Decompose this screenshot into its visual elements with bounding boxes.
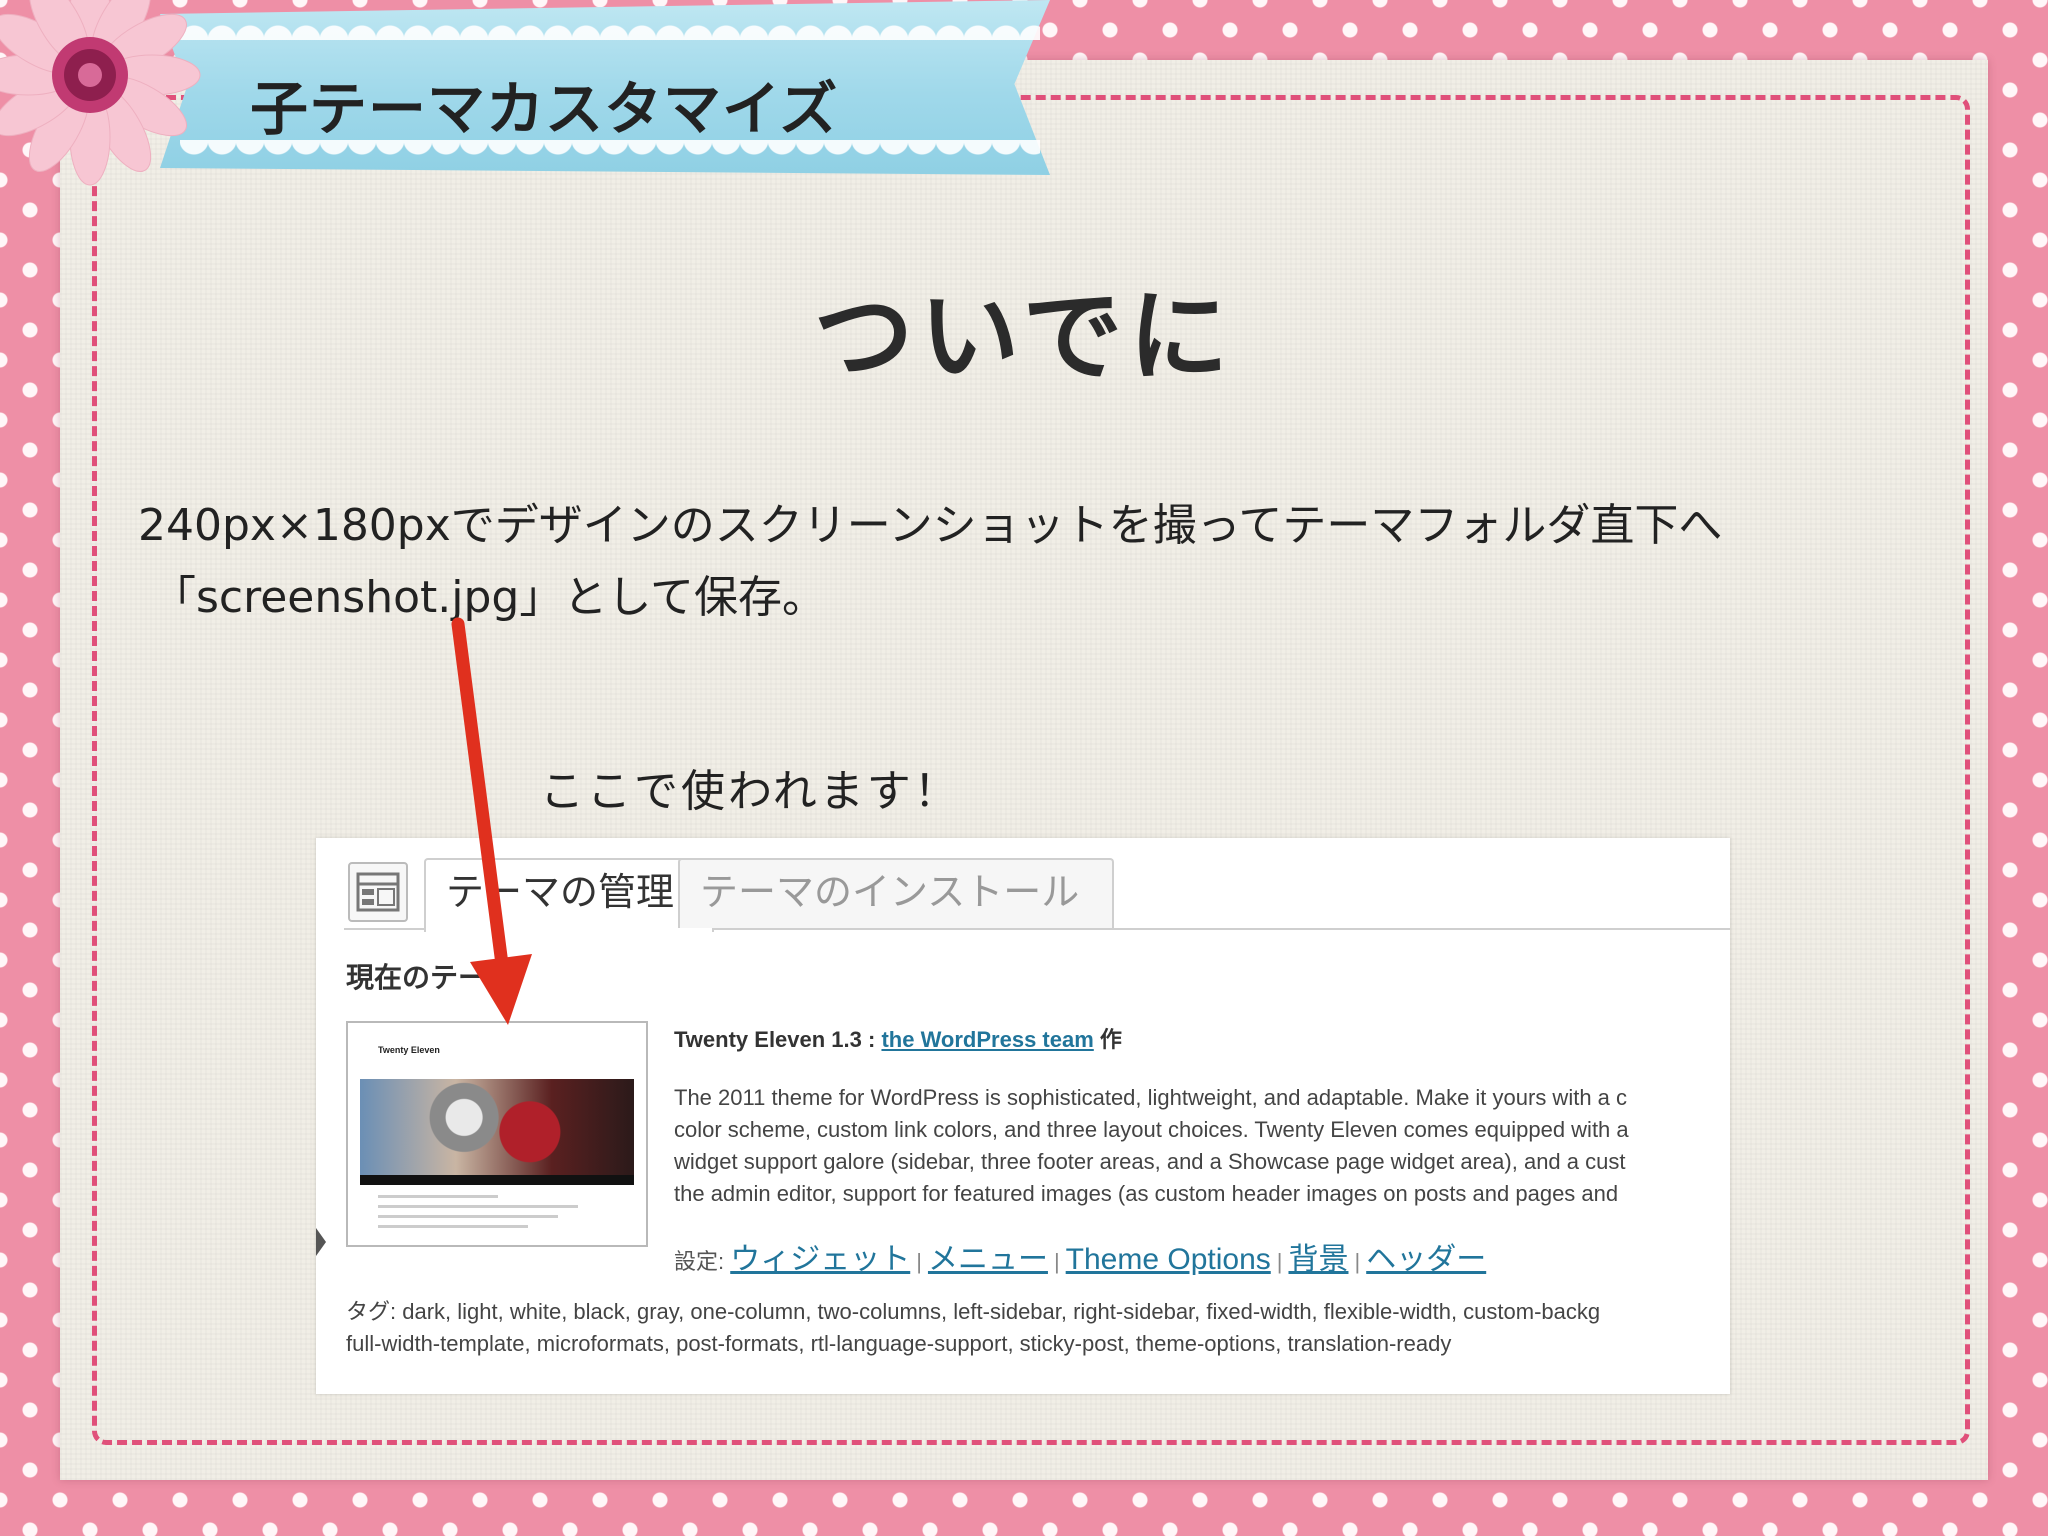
theme-description: The 2011 theme for WordPress is sophisti…	[674, 1082, 1730, 1210]
tab-manage-themes[interactable]: テーマの管理	[424, 858, 714, 932]
thumbnail-nav-bar	[360, 1175, 634, 1185]
header-link[interactable]: ヘッダー	[1366, 1243, 1486, 1276]
menus-link[interactable]: メニュー	[928, 1243, 1048, 1276]
slide-title: 子テーマカスタマイズ	[250, 77, 839, 142]
instruction-line-1: 240px×180pxでデザインのスクリーンショットを撮ってテーマフォルダ直下へ	[138, 500, 1723, 551]
ribbon-lace-top	[180, 8, 1040, 40]
separator: |	[1053, 1249, 1060, 1274]
flower-decoration-icon	[0, 0, 201, 186]
theme-title: Twenty Eleven 1.3 : the WordPress team 作	[674, 1022, 1122, 1054]
theme-author-link[interactable]: the WordPress team	[881, 1027, 1093, 1052]
theme-settings-links: 設定: ウィジェット | メニュー | Theme Options | 背景 | ヘッダー	[674, 1234, 1486, 1278]
thumbnail-header-image	[360, 1079, 634, 1175]
tags-line: タグ: dark, light, white, black, gray, one…	[346, 1299, 1601, 1324]
theme-name-version: Twenty Eleven 1.3 :	[674, 1027, 882, 1052]
theme-page-icon	[348, 862, 408, 922]
thumbnail-text-line	[378, 1225, 528, 1228]
widgets-link[interactable]: ウィジェット	[730, 1243, 910, 1276]
usage-note: ここで使われます！	[540, 766, 961, 817]
separator: |	[1354, 1249, 1361, 1274]
theme-tags: タグ: dark, light, white, black, gray, one…	[346, 1296, 1726, 1360]
description-line: the admin editor, support for featured i…	[674, 1181, 1619, 1206]
description-line: The 2011 theme for WordPress is sophisti…	[674, 1085, 1628, 1110]
thumbnail-text-line	[378, 1205, 578, 1208]
tab-bar: テーマの管理 テーマのインストール	[344, 858, 1730, 932]
page-heading: ついでに	[813, 278, 1235, 395]
tab-install-themes[interactable]: テーマのインストール	[678, 858, 1114, 928]
collapse-triangle-icon	[316, 1228, 326, 1256]
separator: |	[916, 1249, 922, 1274]
thumbnail-site-title: Twenty Eleven	[378, 1045, 440, 1055]
background-link[interactable]: 背景	[1288, 1243, 1348, 1276]
theme-options-link[interactable]: Theme Options	[1066, 1243, 1271, 1276]
thumbnail-text-line	[378, 1215, 558, 1218]
wordpress-theme-screenshot: テーマの管理 テーマのインストール 現在のテー Twenty Eleven Tw…	[316, 838, 1730, 1394]
current-theme-label: 現在のテー	[346, 962, 487, 993]
theme-author-suffix: 作	[1093, 1027, 1122, 1052]
instruction-text: 240px×180pxでデザインのスクリーンショットを撮ってテーマフォルダ直下へ…	[138, 490, 1722, 634]
separator: |	[1276, 1249, 1283, 1274]
settings-label: 設定:	[674, 1249, 731, 1274]
theme-screenshot-thumbnail: Twenty Eleven	[346, 1021, 648, 1247]
instruction-line-2: 「screenshot.jpg」として保存。	[152, 572, 826, 623]
tags-line: full-width-template, microformats, post-…	[346, 1331, 1452, 1356]
description-line: widget support galore (sidebar, three fo…	[674, 1149, 1626, 1174]
thumbnail-text-line	[378, 1195, 498, 1198]
description-line: color scheme, custom link colors, and th…	[674, 1117, 1629, 1142]
